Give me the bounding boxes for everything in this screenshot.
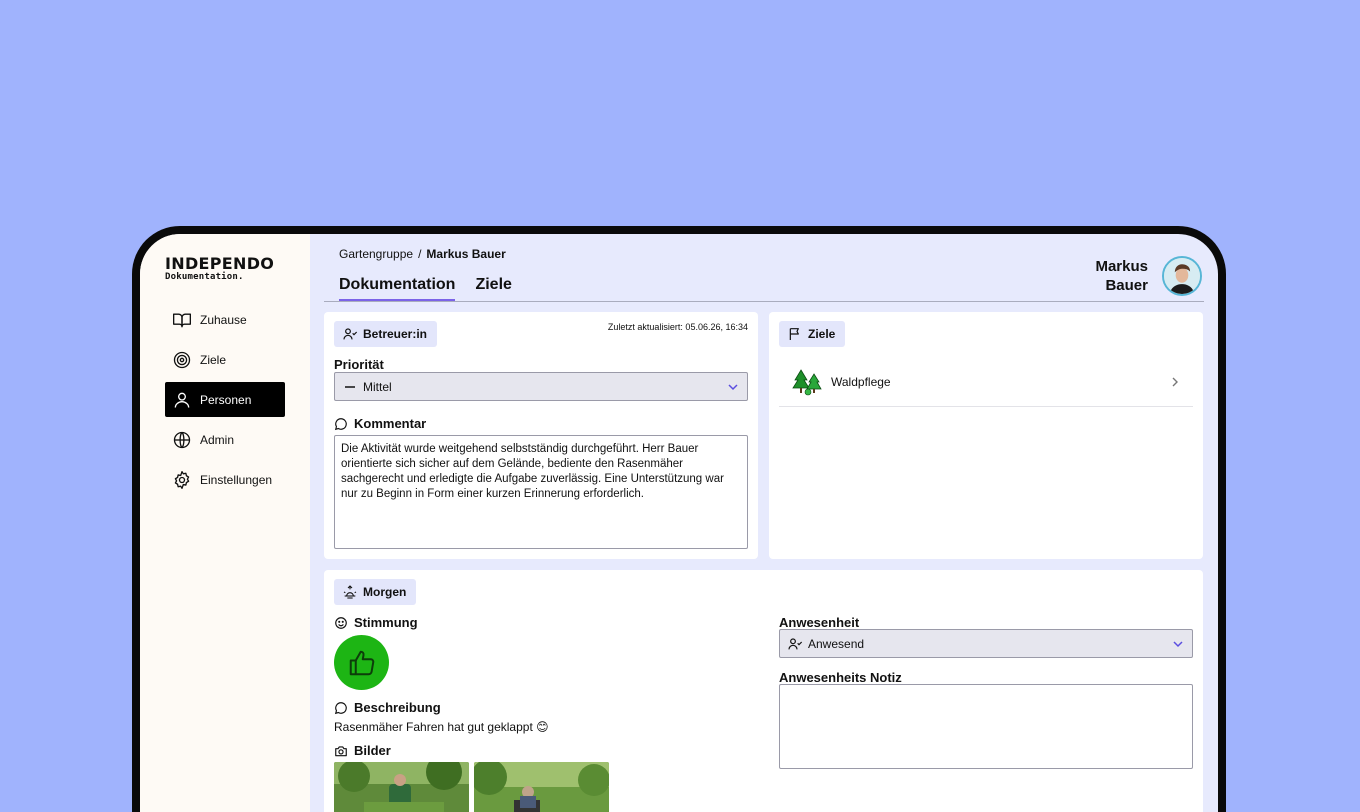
last-updated: Zuletzt aktualisiert: 05.06.26, 16:34 [607,322,748,332]
user-check-icon [788,637,803,649]
main-area: Gartengruppe / Markus Bauer Dokumentation … [310,234,1218,812]
sidebar-item-label: Personen [200,392,252,407]
sidebar-item-zuhause[interactable]: Zuhause [165,302,285,337]
documentation-card: Betreuer:in Zuletzt aktualisiert: 05.06.… [324,312,758,559]
flag-icon [789,328,799,340]
sidebar-item-label: Admin [200,432,235,447]
mood-label-text: Stimmung [354,615,418,630]
logo-title: INDEPENDO [165,254,275,273]
photos-label: Bilder [334,743,391,758]
photo-thumbnail[interactable] [334,762,469,812]
sidebar-item-personen[interactable]: Personen [165,382,285,417]
goal-item-waldpflege[interactable]: Waldpflege [779,357,1193,407]
description-label: Beschreibung [334,700,441,715]
priority-value: Mittel [363,379,392,394]
breadcrumb-current: Markus Bauer [426,247,506,261]
sidebar-item-admin[interactable]: Admin [165,422,285,457]
breadcrumb-parent[interactable]: Gartengruppe [339,247,413,261]
description-label-text: Beschreibung [354,700,441,715]
photo-thumbnail[interactable] [474,762,609,812]
priority-select[interactable]: Mittel [334,372,748,401]
sidebar-item-einstellungen[interactable]: Einstellungen [165,462,285,497]
garden-photo-2 [474,762,609,812]
speech-bubble-icon [334,701,347,714]
avatar-portrait [1164,258,1200,294]
tab-ziele[interactable]: Ziele [475,276,511,302]
dash-icon [345,385,355,388]
smiley-icon [335,616,347,629]
morning-chip: Morgen [334,579,417,605]
morning-card: Morgen Stimmung Beschreibung Rasenmäher … [324,570,1203,812]
comment-label: Kommentar [334,416,426,431]
comment-label-text: Kommentar [354,416,427,431]
camera-icon [335,745,347,756]
comment-textarea[interactable]: Die Aktivität wurde weitgehend selbststä… [334,435,748,549]
target-icon [173,351,191,368]
sidebar-item-label: Zuhause [200,312,247,327]
globe-icon [173,431,191,448]
sunrise-icon [343,585,357,599]
chevron-down-icon [728,384,738,391]
logo: INDEPENDO Dokumentation. [165,254,275,283]
sidebar-nav: Zuhause Ziele Personen Admin Einstellung… [165,302,285,502]
goals-chip-label: Ziele [808,327,836,341]
goal-name: Waldpflege [831,374,891,389]
garden-photo-1 [334,762,469,812]
speech-bubble-icon [334,417,347,430]
avatar[interactable] [1162,256,1202,296]
attendance-note-textarea[interactable] [779,684,1193,769]
user-menu[interactable]: Markus Bauer [1095,256,1202,296]
morning-chip-label: Morgen [363,585,407,599]
breadcrumb: Gartengruppe / Markus Bauer [339,247,506,261]
tab-dokumentation[interactable]: Dokumentation [339,276,456,302]
attendance-note-label: Anwesenheits Notiz [779,670,902,685]
user-check-icon [343,328,358,340]
user-first-name: Markus [1095,258,1148,275]
person-icon [174,392,190,408]
sidebar-item-label: Einstellungen [200,472,273,487]
tabs-divider [324,301,1204,302]
book-icon [173,313,191,327]
trees-icon [792,368,822,395]
description-text: Rasenmäher Fahren hat gut geklappt 😊 [334,720,549,734]
gear-icon [174,470,190,489]
sidebar-item-ziele[interactable]: Ziele [165,342,285,377]
logo-subtitle: Dokumentation. [165,272,244,282]
attendance-label: Anwesenheit [779,615,860,630]
mood-label: Stimmung [334,615,418,630]
goals-chip: Ziele [779,321,846,347]
photos-label-text: Bilder [354,743,391,758]
sidebar-item-label: Ziele [200,352,227,367]
thumbs-up-icon [349,650,374,675]
chevron-right-icon [1172,377,1178,387]
user-last-name: Bauer [1105,277,1148,294]
mood-indicator[interactable] [334,635,389,690]
priority-label: Priorität [334,357,384,372]
tabs: Dokumentation Ziele [339,276,532,302]
app-screen: INDEPENDO Dokumentation. Zuhause Ziele P… [140,234,1218,812]
attendance-value: Anwesend [808,636,865,651]
attendance-select[interactable]: Anwesend [779,629,1193,658]
user-name: Markus Bauer [1095,257,1148,295]
caregiver-chip-label: Betreuer:in [363,327,428,341]
sidebar: INDEPENDO Dokumentation. Zuhause Ziele P… [140,234,310,812]
chevron-down-icon [1173,641,1183,648]
breadcrumb-separator: / [418,247,422,261]
goals-card: Ziele Waldpflege [769,312,1203,559]
caregiver-chip: Betreuer:in [334,321,438,347]
